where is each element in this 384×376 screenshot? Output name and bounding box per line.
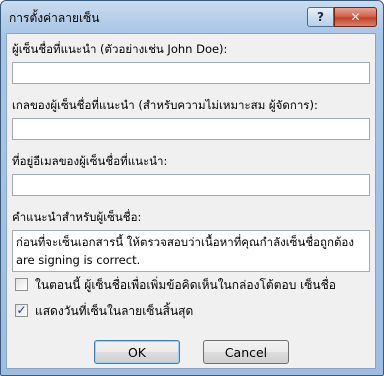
help-button[interactable]: ? — [307, 7, 334, 27]
signer-email-label: ที่อยู่อีเมลของผู้เซ็นชื่อที่แนะนำ: — [12, 154, 168, 168]
close-icon: ✕ — [350, 10, 361, 24]
signer-title-input[interactable] — [12, 118, 370, 140]
cancel-button[interactable]: Cancel — [203, 340, 289, 364]
title-bar: การตั้งค่าลายเซ็น ? ✕ — [1, 1, 383, 33]
dialog-body: ผู้เซ็นชื่อที่แนะนำ (ตัวอย่างเช่น John D… — [6, 33, 376, 369]
allow-comments-checkbox[interactable] — [15, 278, 28, 291]
close-button[interactable]: ✕ — [334, 7, 377, 27]
signature-setup-dialog: การตั้งค่าลายเซ็น ? ✕ ผู้เซ็นชื่อที่แนะน… — [0, 0, 384, 376]
show-date-label: แสดงวันที่เซ็นในลายเซ็นสิ้นสุด — [35, 304, 194, 318]
allow-comments-label: ในตอนนี้ ผู้เซ็นชื่อเพื่อเพิ่มข้อคิดเห็น… — [35, 278, 336, 292]
dialog-title: การตั้งค่าลายเซ็น — [9, 11, 100, 25]
signer-title-label: เกลของผู้เซ็นชื่อที่แนะนำ (สำหรับความไม่… — [12, 98, 318, 112]
show-date-checkbox[interactable]: ✓ — [15, 304, 28, 317]
instructions-label: คำแนะนำสำหรับผู้เซ็นชื่อ: — [12, 210, 142, 224]
help-icon: ? — [317, 10, 324, 24]
signer-email-input[interactable] — [12, 174, 370, 196]
instructions-textarea[interactable]: ก่อนที่จะเซ็นเอกสารนี้ ให้ตรวจสอบว่าเนื้… — [12, 230, 370, 272]
signer-name-label: ผู้เซ็นชื่อที่แนะนำ (ตัวอย่างเช่น John D… — [12, 42, 228, 56]
signer-name-input[interactable] — [12, 62, 370, 84]
ok-button[interactable]: OK — [94, 340, 180, 364]
checkmark-icon: ✓ — [16, 303, 27, 317]
